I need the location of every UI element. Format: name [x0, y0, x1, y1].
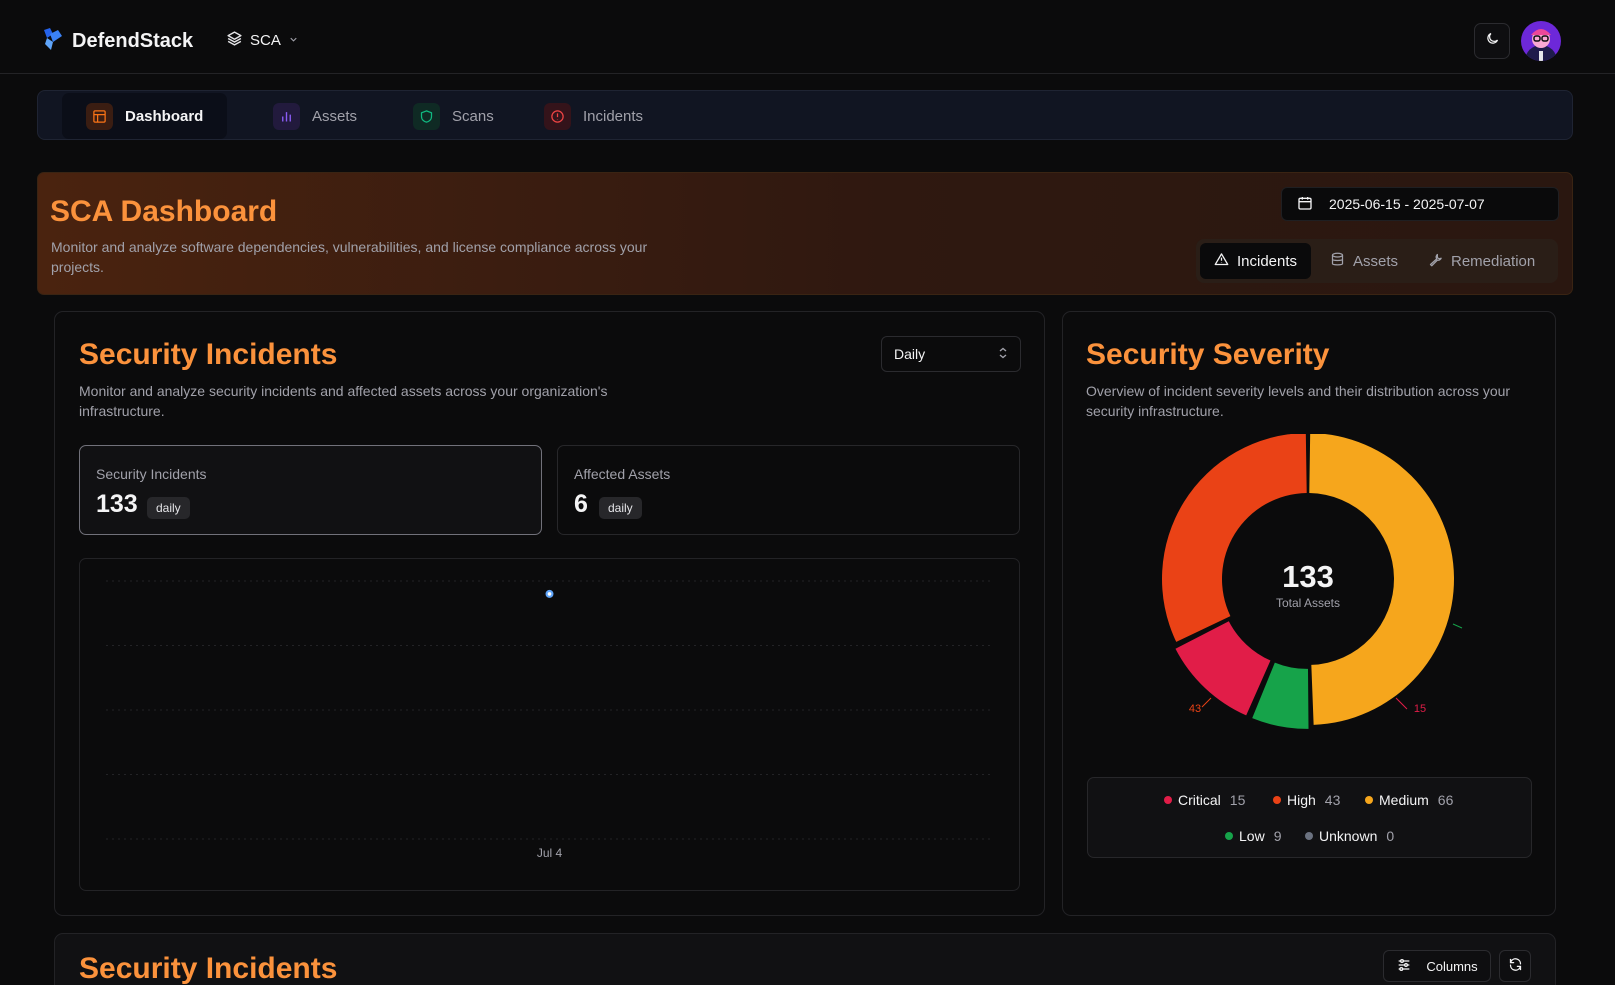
project-switcher[interactable]: SCA: [226, 30, 299, 51]
brand[interactable]: DefendStack: [42, 26, 193, 57]
date-range-picker[interactable]: 2025-06-15 - 2025-07-07: [1281, 187, 1559, 221]
tab-label: Dashboard: [125, 107, 204, 125]
legend-item-critical[interactable]: Critical 15: [1164, 792, 1245, 808]
interval-select[interactable]: Daily: [881, 336, 1021, 372]
tab-scans[interactable]: Scans: [389, 93, 518, 139]
legend-label: Low: [1239, 828, 1265, 844]
stat-badge: daily: [147, 497, 190, 519]
tab-label: Incidents: [583, 107, 644, 125]
view-label: Assets: [1353, 252, 1399, 270]
legend-label: Critical: [1178, 792, 1221, 808]
slice-leader-low: [1452, 623, 1463, 629]
chevrons-up-down-icon: [998, 346, 1008, 362]
legend-item-high[interactable]: High 43: [1273, 792, 1340, 808]
legend-dot: [1273, 796, 1281, 804]
top-bar: DefendStack SCA: [0, 0, 1615, 74]
page-subtitle: Monitor and analyze software dependencie…: [51, 239, 648, 275]
legend-label: Medium: [1379, 792, 1429, 808]
severity-card-title: Security Severity: [1086, 338, 1330, 371]
incidents-table-title: Security Incidents: [79, 952, 338, 985]
shield-icon: [413, 102, 440, 130]
page-header: SCA Dashboard Monitor and analyze softwa…: [37, 172, 1573, 295]
stat-label: Affected Assets: [574, 466, 671, 482]
data-point[interactable]: [545, 589, 554, 598]
legend-label: Unknown: [1319, 828, 1378, 844]
donut-center-label: Total Assets: [1276, 596, 1340, 610]
interval-value: Daily: [894, 346, 926, 362]
refresh-button[interactable]: [1499, 950, 1531, 982]
legend-count: 0: [1386, 828, 1395, 844]
layout-icon: [86, 102, 113, 130]
stat-affected-assets[interactable]: Affected Assets 6 daily: [557, 445, 1020, 535]
brand-name: DefendStack: [72, 30, 194, 52]
slice-label-critical-leader: [1395, 697, 1408, 710]
x-tick-label: Jul 4: [537, 846, 563, 860]
legend-dot: [1225, 832, 1233, 840]
stat-value: 133: [96, 490, 138, 518]
donut-center-value: 133: [1282, 559, 1334, 594]
legend-dot: [1305, 832, 1313, 840]
view-switcher: Incidents Assets Remediation: [1196, 239, 1558, 283]
stat-badge: daily: [599, 497, 642, 519]
incidents-chart: Jul 4: [79, 558, 1020, 891]
tab-label: Scans: [452, 107, 494, 125]
view-label: Incidents: [1237, 252, 1298, 270]
stat-security-incidents[interactable]: Security Incidents 133 daily: [79, 445, 542, 535]
avatar[interactable]: [1521, 21, 1561, 61]
incidents-line-chart: Jul 4: [106, 580, 993, 860]
columns-button[interactable]: Columns: [1383, 950, 1491, 982]
legend-dot: [1164, 796, 1172, 804]
view-remediation-button[interactable]: Remediation: [1414, 243, 1549, 279]
sliders-icon: [1396, 957, 1412, 976]
legend-count: 15: [1229, 792, 1246, 808]
tab-incidents[interactable]: Incidents: [520, 93, 667, 139]
legend-label: High: [1287, 792, 1316, 808]
severity-card: Security Severity Overview of incident s…: [1062, 311, 1556, 916]
database-icon: [1330, 252, 1345, 271]
legend-item-medium[interactable]: Medium 66: [1365, 792, 1453, 808]
legend-count: 43: [1324, 792, 1341, 808]
severity-card-subtitle: Overview of incident severity levels and…: [1086, 383, 1511, 419]
legend-count: 66: [1437, 792, 1454, 808]
brand-logo-icon: [42, 26, 64, 57]
tab-label: Assets: [312, 107, 358, 125]
slice-label-high: 43: [1189, 703, 1201, 715]
view-incidents-button[interactable]: Incidents: [1200, 243, 1312, 279]
legend-count: 9: [1273, 828, 1282, 844]
wrench-icon: [1428, 252, 1443, 271]
severity-donut-chart: 133 Total Assets 43 15: [1162, 434, 1463, 729]
calendar-icon: [1297, 195, 1313, 214]
chevron-down-icon: [288, 32, 299, 49]
refresh-icon: [1508, 957, 1523, 975]
page-title: SCA Dashboard: [50, 195, 278, 228]
moon-icon: [1485, 31, 1500, 51]
view-assets-button[interactable]: Assets: [1316, 243, 1412, 279]
incidents-card: Security Incidents Monitor and analyze s…: [54, 311, 1045, 916]
date-range-text: 2025-06-15 - 2025-07-07: [1329, 196, 1485, 212]
warning-triangle-icon: [1214, 252, 1229, 271]
legend-dot: [1365, 796, 1373, 804]
legend-item-low[interactable]: Low 9: [1225, 828, 1281, 844]
theme-toggle-button[interactable]: [1474, 23, 1510, 59]
legend-item-unknown[interactable]: Unknown 0: [1305, 828, 1394, 844]
columns-label: Columns: [1426, 958, 1478, 974]
donut-slice-high[interactable]: [1162, 434, 1307, 642]
incidents-table-card: Security Incidents Columns: [54, 933, 1556, 985]
stat-label: Security Incidents: [96, 466, 207, 482]
slice-label-critical: 15: [1414, 703, 1426, 715]
view-label: Remediation: [1451, 252, 1536, 270]
slice-label-high-leader: [1201, 697, 1212, 708]
bar-chart-icon: [273, 102, 300, 130]
alert-circle-icon: [544, 102, 571, 130]
project-name: SCA: [250, 32, 281, 49]
main-nav: Dashboard Assets Scans Incidents: [37, 90, 1573, 140]
layers-icon: [226, 30, 243, 51]
stat-value: 6: [574, 490, 588, 518]
tab-dashboard[interactable]: Dashboard: [62, 93, 228, 139]
tab-assets[interactable]: Assets: [249, 93, 381, 139]
severity-legend: Critical 15 High 43 Medium 66 Low 9 Unkn…: [1087, 777, 1532, 858]
incidents-card-title: Security Incidents: [79, 338, 338, 371]
incidents-card-subtitle: Monitor and analyze security incidents a…: [79, 383, 608, 419]
